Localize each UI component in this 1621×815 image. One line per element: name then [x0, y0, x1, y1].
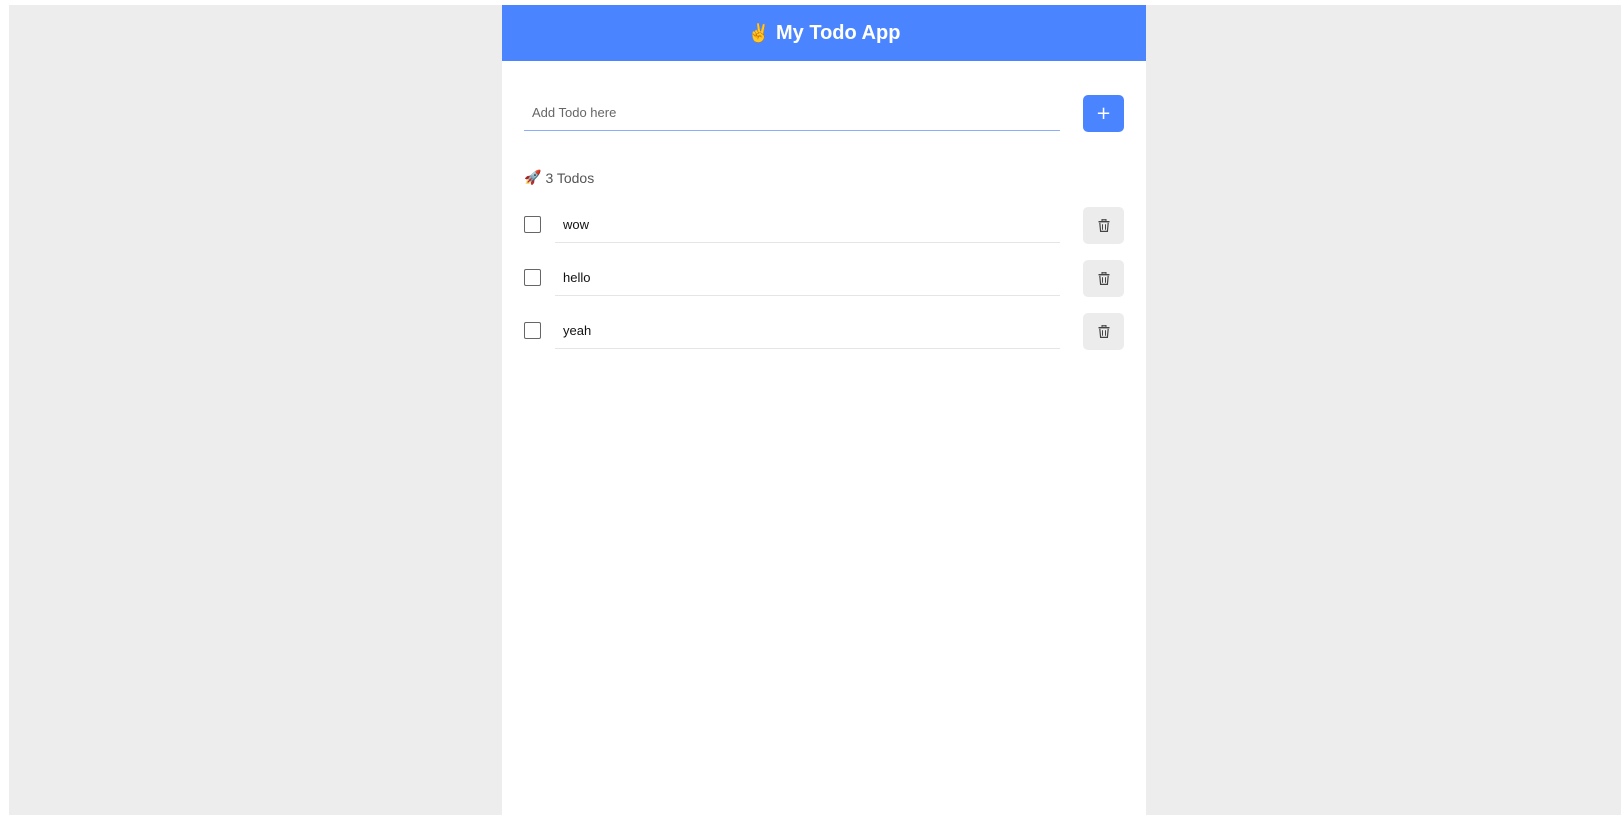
- delete-todo-button[interactable]: [1083, 260, 1124, 297]
- todo-app: ✌️ My Todo App + 🚀 3 Todos wow: [502, 5, 1146, 815]
- todo-checkbox[interactable]: [524, 216, 541, 233]
- rocket-icon: 🚀: [524, 169, 542, 185]
- delete-todo-button[interactable]: [1083, 313, 1124, 350]
- add-todo-input[interactable]: [524, 95, 1060, 131]
- app-header: ✌️ My Todo App: [502, 5, 1146, 61]
- victory-hand-icon: ✌️: [747, 22, 770, 43]
- todo-count: 🚀 3 Todos: [524, 169, 594, 186]
- trash-icon: [1098, 219, 1109, 232]
- todo-count-label: 3 Todos: [545, 169, 595, 186]
- delete-todo-button[interactable]: [1083, 207, 1124, 244]
- trash-icon: [1098, 325, 1109, 338]
- todo-item: wow: [524, 207, 1124, 244]
- todo-text[interactable]: yeah: [555, 313, 1060, 349]
- todo-text[interactable]: hello: [555, 260, 1060, 296]
- todo-list: wow hello yeah: [524, 207, 1124, 366]
- todo-item: yeah: [524, 313, 1124, 350]
- todo-text[interactable]: wow: [555, 207, 1060, 243]
- add-todo-form: +: [524, 95, 1124, 133]
- trash-icon: [1098, 272, 1109, 285]
- app-title: My Todo App: [776, 21, 901, 44]
- todo-checkbox[interactable]: [524, 269, 541, 286]
- page-background: ✌️ My Todo App + 🚀 3 Todos wow: [9, 5, 1621, 815]
- todo-checkbox[interactable]: [524, 322, 541, 339]
- add-todo-button[interactable]: +: [1083, 95, 1124, 132]
- todo-item: hello: [524, 260, 1124, 297]
